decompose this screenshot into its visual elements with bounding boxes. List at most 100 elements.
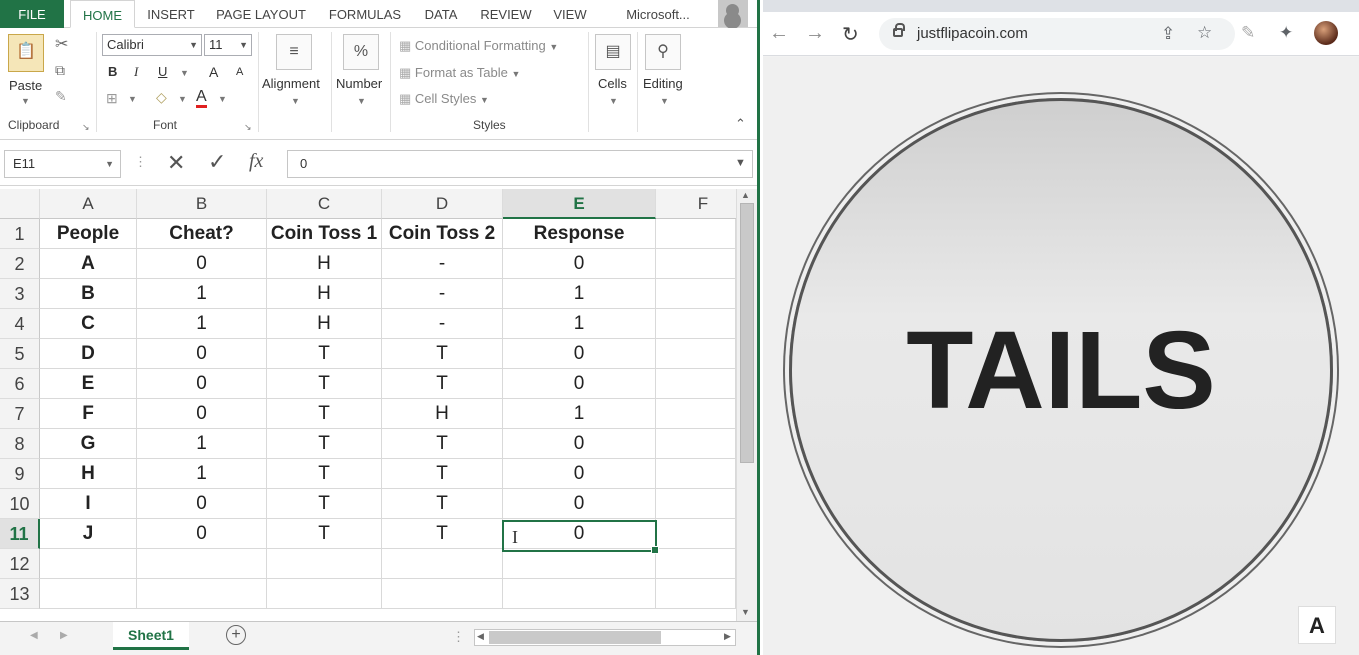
user-icon[interactable] bbox=[718, 0, 748, 27]
column-header[interactable]: C bbox=[267, 189, 382, 219]
forward-icon[interactable]: → bbox=[805, 22, 825, 45]
cancel-icon[interactable]: ✕ bbox=[167, 150, 185, 176]
table-cell[interactable]: 0 bbox=[503, 249, 656, 279]
table-cell[interactable]: H bbox=[267, 279, 382, 309]
paste-icon[interactable]: 📋 bbox=[8, 34, 44, 72]
tab-data[interactable]: DATA bbox=[416, 0, 466, 28]
clipboard-launcher-icon[interactable]: ↘ bbox=[82, 122, 90, 133]
expand-formula-icon[interactable]: ▼ bbox=[735, 157, 746, 169]
table-cell[interactable]: 1 bbox=[503, 279, 656, 309]
row-header[interactable]: 4 bbox=[0, 309, 40, 339]
font-name-select[interactable]: Calibri ▼ bbox=[102, 34, 202, 56]
table-cell[interactable] bbox=[382, 549, 503, 579]
underline-button[interactable]: U bbox=[158, 64, 167, 79]
tab-view[interactable]: VIEW bbox=[546, 0, 594, 28]
table-cell[interactable]: J bbox=[40, 519, 137, 549]
table-cell[interactable]: B bbox=[40, 279, 137, 309]
table-cell[interactable]: T bbox=[382, 369, 503, 399]
table-cell[interactable]: 0 bbox=[503, 369, 656, 399]
table-cell[interactable]: 0 bbox=[137, 369, 267, 399]
alignment-icon[interactable]: ≡ bbox=[276, 34, 312, 70]
spreadsheet-grid[interactable]: A B C D E F 1 2 3 4 5 6 7 8 9 10 11 12 1… bbox=[0, 189, 757, 621]
table-cell[interactable]: T bbox=[382, 339, 503, 369]
table-cell[interactable]: 0 bbox=[137, 249, 267, 279]
header-cell[interactable]: Cheat? bbox=[137, 219, 267, 249]
tab-home[interactable]: HOME bbox=[70, 0, 135, 28]
row-header[interactable]: 8 bbox=[0, 429, 40, 459]
row-header[interactable]: 2 bbox=[0, 249, 40, 279]
copy-icon[interactable]: ⧉ bbox=[55, 62, 65, 79]
grow-font-button[interactable]: A bbox=[209, 64, 218, 80]
name-box[interactable]: E11 ▼ bbox=[4, 150, 121, 178]
row-header[interactable]: 9 bbox=[0, 459, 40, 489]
formula-input[interactable]: 0 bbox=[287, 150, 753, 178]
table-cell[interactable]: 0 bbox=[503, 459, 656, 489]
horizontal-scrollbar[interactable]: ◀ ▶ bbox=[474, 629, 736, 646]
table-cell[interactable]: H bbox=[267, 309, 382, 339]
table-cell[interactable]: H bbox=[267, 249, 382, 279]
font-color-dropdown-icon[interactable]: ▼ bbox=[218, 94, 227, 104]
table-cell[interactable] bbox=[656, 309, 736, 339]
editing-dropdown-icon[interactable]: ▼ bbox=[660, 96, 669, 106]
table-cell[interactable]: - bbox=[382, 309, 503, 339]
header-cell[interactable]: Coin Toss 2 bbox=[382, 219, 503, 249]
italic-button[interactable]: I bbox=[134, 64, 138, 80]
table-cell[interactable]: T bbox=[382, 459, 503, 489]
table-cell[interactable]: T bbox=[267, 399, 382, 429]
add-sheet-icon[interactable]: + bbox=[226, 625, 246, 645]
tab-insert[interactable]: INSERT bbox=[140, 0, 202, 28]
table-cell[interactable]: 0 bbox=[503, 429, 656, 459]
alignment-button[interactable]: Alignment bbox=[262, 76, 320, 91]
coin[interactable]: TAILS bbox=[789, 98, 1333, 642]
pencil-icon[interactable]: ✎ bbox=[1241, 23, 1255, 43]
table-cell[interactable]: T bbox=[382, 489, 503, 519]
table-cell[interactable] bbox=[267, 579, 382, 609]
table-cell[interactable]: T bbox=[382, 519, 503, 549]
column-header[interactable]: B bbox=[137, 189, 267, 219]
table-cell[interactable] bbox=[503, 579, 656, 609]
scroll-up-icon[interactable]: ▲ bbox=[741, 190, 750, 200]
table-cell[interactable]: H bbox=[40, 459, 137, 489]
table-cell[interactable]: - bbox=[382, 279, 503, 309]
scrollbar-thumb[interactable] bbox=[489, 631, 661, 644]
table-cell[interactable] bbox=[656, 249, 736, 279]
row-header[interactable]: 10 bbox=[0, 489, 40, 519]
enter-icon[interactable]: ✓ bbox=[208, 149, 226, 175]
table-cell[interactable]: 1 bbox=[137, 429, 267, 459]
table-cell[interactable] bbox=[656, 579, 736, 609]
star-icon[interactable]: ☆ bbox=[1197, 23, 1212, 43]
cells-dropdown-icon[interactable]: ▼ bbox=[609, 96, 618, 106]
table-cell[interactable]: T bbox=[382, 429, 503, 459]
collapse-ribbon-icon[interactable]: ⌃ bbox=[735, 116, 746, 132]
table-cell[interactable] bbox=[656, 429, 736, 459]
borders-dropdown-icon[interactable]: ▼ bbox=[128, 94, 137, 104]
table-cell[interactable] bbox=[656, 489, 736, 519]
font-size-select[interactable]: 11 ▼ bbox=[204, 34, 252, 56]
font-color-button[interactable]: A bbox=[196, 88, 207, 108]
alignment-dropdown-icon[interactable]: ▼ bbox=[291, 96, 300, 106]
share-icon[interactable]: ⇪ bbox=[1161, 24, 1175, 44]
select-all-corner[interactable] bbox=[0, 189, 40, 219]
table-cell[interactable]: I bbox=[40, 489, 137, 519]
tab-formulas[interactable]: FORMULAS bbox=[320, 0, 410, 28]
tab-page-layout[interactable]: PAGE LAYOUT bbox=[208, 0, 314, 28]
editing-button[interactable]: Editing bbox=[643, 76, 683, 91]
table-cell[interactable]: T bbox=[267, 339, 382, 369]
table-cell[interactable] bbox=[656, 339, 736, 369]
table-cell[interactable]: E bbox=[40, 369, 137, 399]
back-icon[interactable]: ← bbox=[769, 22, 789, 45]
table-cell[interactable] bbox=[267, 549, 382, 579]
row-header[interactable]: 12 bbox=[0, 549, 40, 579]
number-button[interactable]: Number bbox=[336, 76, 382, 91]
table-cell[interactable]: 1 bbox=[137, 309, 267, 339]
next-sheet-icon[interactable]: ▶ bbox=[60, 630, 68, 641]
table-cell[interactable]: A bbox=[40, 249, 137, 279]
fill-color-icon[interactable]: ◇ bbox=[156, 89, 167, 106]
table-cell[interactable]: F bbox=[40, 399, 137, 429]
bold-button[interactable]: B bbox=[108, 64, 117, 79]
table-cell[interactable]: 0 bbox=[137, 489, 267, 519]
header-cell[interactable]: People bbox=[40, 219, 137, 249]
shrink-font-button[interactable]: A bbox=[236, 66, 243, 78]
column-header-selected[interactable]: E bbox=[503, 189, 656, 219]
table-cell[interactable]: T bbox=[267, 369, 382, 399]
